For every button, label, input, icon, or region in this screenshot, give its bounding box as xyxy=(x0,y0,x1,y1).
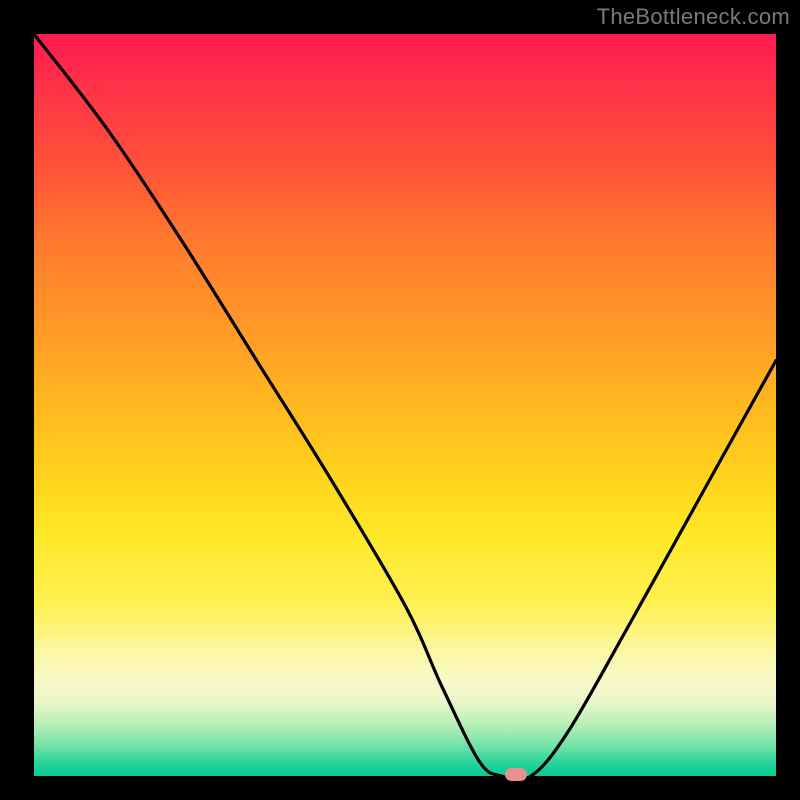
watermark-text: TheBottleneck.com xyxy=(597,4,790,30)
plot-area xyxy=(34,34,776,776)
optimal-point-marker xyxy=(505,768,527,781)
bottleneck-curve xyxy=(34,34,776,776)
chart-frame: TheBottleneck.com xyxy=(0,0,800,800)
curve-path xyxy=(34,34,776,776)
